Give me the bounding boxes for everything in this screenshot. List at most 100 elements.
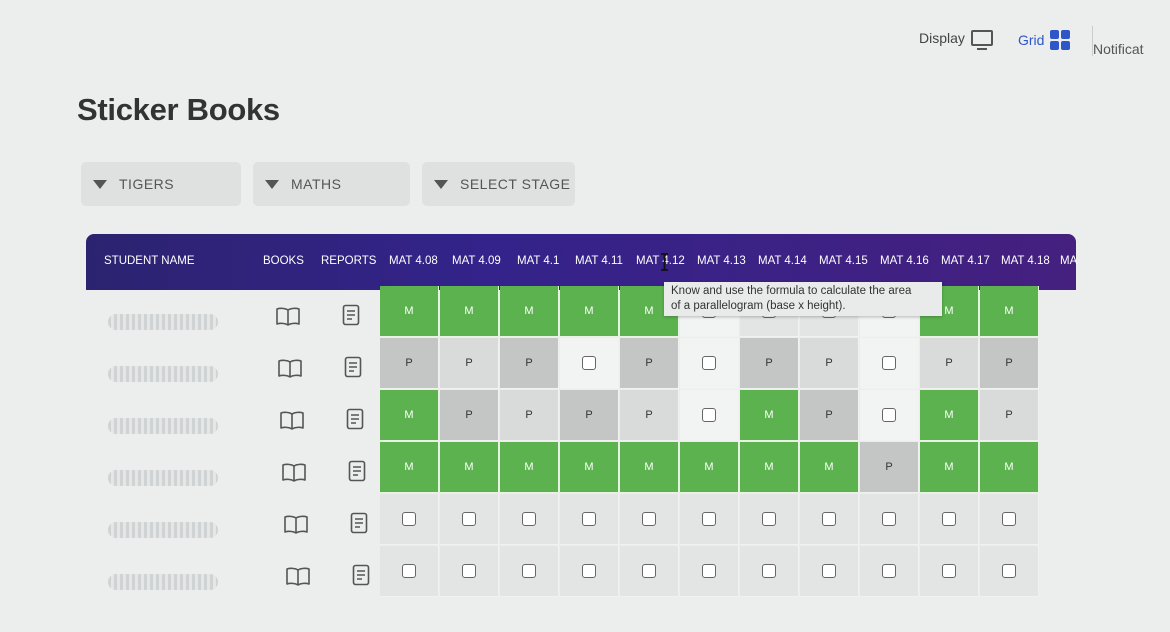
checkbox-icon[interactable] bbox=[702, 512, 716, 526]
grid-cell[interactable] bbox=[560, 338, 619, 389]
grid-cell[interactable] bbox=[560, 494, 619, 545]
header-objective[interactable]: MAT 4.11 bbox=[575, 255, 623, 267]
checkbox-icon[interactable] bbox=[642, 564, 656, 578]
book-icon[interactable] bbox=[283, 514, 309, 534]
checkbox-icon[interactable] bbox=[642, 512, 656, 526]
grid-cell[interactable]: P bbox=[980, 338, 1039, 389]
grid-cell[interactable]: M bbox=[440, 442, 499, 493]
grid-cell[interactable]: P bbox=[800, 390, 859, 441]
grid-cell[interactable]: M bbox=[740, 442, 799, 493]
checkbox-icon[interactable] bbox=[762, 512, 776, 526]
grid-cell[interactable] bbox=[740, 546, 799, 597]
grid-view-toggle[interactable]: Grid bbox=[1018, 30, 1071, 50]
grid-cell[interactable]: P bbox=[620, 390, 679, 441]
grid-cell[interactable] bbox=[440, 494, 499, 545]
checkbox-icon[interactable] bbox=[882, 356, 896, 370]
grid-cell[interactable]: P bbox=[740, 338, 799, 389]
grid-cell[interactable]: P bbox=[920, 338, 979, 389]
checkbox-icon[interactable] bbox=[582, 512, 596, 526]
grid-cell[interactable]: P bbox=[800, 338, 859, 389]
grid-cell[interactable] bbox=[680, 546, 739, 597]
grid-cell[interactable] bbox=[920, 494, 979, 545]
grid-cell[interactable]: M bbox=[680, 442, 739, 493]
header-objective[interactable]: MAT 4.14 bbox=[758, 255, 807, 267]
grid-cell[interactable]: M bbox=[560, 442, 619, 493]
grid-cell[interactable] bbox=[980, 546, 1039, 597]
grid-cell[interactable] bbox=[620, 494, 679, 545]
header-objective[interactable]: MAT 4.09 bbox=[452, 255, 501, 267]
grid-cell[interactable]: P bbox=[380, 338, 439, 389]
grid-cell[interactable]: M bbox=[440, 286, 499, 337]
header-objective[interactable]: MA bbox=[1060, 255, 1077, 267]
grid-cell[interactable] bbox=[440, 546, 499, 597]
checkbox-icon[interactable] bbox=[882, 408, 896, 422]
student-name-blurred[interactable] bbox=[108, 522, 218, 538]
grid-cell[interactable] bbox=[860, 546, 919, 597]
grid-cell[interactable]: P bbox=[440, 338, 499, 389]
checkbox-icon[interactable] bbox=[942, 564, 956, 578]
grid-cell[interactable] bbox=[620, 546, 679, 597]
grid-cell[interactable]: P bbox=[500, 338, 559, 389]
checkbox-icon[interactable] bbox=[582, 564, 596, 578]
report-icon[interactable] bbox=[346, 408, 364, 430]
student-name-blurred[interactable] bbox=[108, 470, 218, 486]
checkbox-icon[interactable] bbox=[1002, 564, 1016, 578]
checkbox-icon[interactable] bbox=[702, 408, 716, 422]
checkbox-icon[interactable] bbox=[522, 564, 536, 578]
grid-cell[interactable]: M bbox=[380, 390, 439, 441]
grid-cell[interactable]: M bbox=[380, 286, 439, 337]
book-icon[interactable] bbox=[275, 306, 301, 326]
checkbox-icon[interactable] bbox=[942, 512, 956, 526]
checkbox-icon[interactable] bbox=[702, 564, 716, 578]
header-objective[interactable]: MAT 4.16 bbox=[880, 255, 929, 267]
checkbox-icon[interactable] bbox=[462, 564, 476, 578]
header-objective[interactable]: MAT 4.1 bbox=[517, 255, 559, 267]
report-icon[interactable] bbox=[352, 564, 370, 586]
header-objective[interactable]: MAT 4.18 bbox=[1001, 255, 1050, 267]
grid-cell[interactable]: M bbox=[500, 286, 559, 337]
grid-cell[interactable] bbox=[920, 546, 979, 597]
grid-cell[interactable]: M bbox=[920, 390, 979, 441]
header-objective[interactable]: MAT 4.17 bbox=[941, 255, 990, 267]
grid-cell[interactable] bbox=[500, 546, 559, 597]
checkbox-icon[interactable] bbox=[882, 512, 896, 526]
student-name-blurred[interactable] bbox=[108, 418, 218, 434]
header-student-name[interactable]: STUDENT NAME bbox=[104, 255, 195, 267]
grid-cell[interactable] bbox=[740, 494, 799, 545]
checkbox-icon[interactable] bbox=[522, 512, 536, 526]
book-icon[interactable] bbox=[281, 462, 307, 482]
grid-cell[interactable]: P bbox=[500, 390, 559, 441]
grid-cell[interactable]: P bbox=[980, 390, 1039, 441]
grid-cell[interactable]: M bbox=[620, 442, 679, 493]
header-objective[interactable]: MAT 4.08 bbox=[389, 255, 438, 267]
checkbox-icon[interactable] bbox=[462, 512, 476, 526]
grid-cell[interactable]: M bbox=[980, 286, 1039, 337]
grid-cell[interactable] bbox=[980, 494, 1039, 545]
report-icon[interactable] bbox=[342, 304, 360, 326]
checkbox-icon[interactable] bbox=[702, 356, 716, 370]
grid-cell[interactable] bbox=[860, 338, 919, 389]
checkbox-icon[interactable] bbox=[402, 564, 416, 578]
student-name-blurred[interactable] bbox=[108, 574, 218, 590]
header-objective[interactable]: MAT 4.15 bbox=[819, 255, 868, 267]
grid-cell[interactable] bbox=[680, 390, 739, 441]
display-view-toggle[interactable]: Display bbox=[919, 30, 993, 50]
grid-cell[interactable] bbox=[680, 338, 739, 389]
report-icon[interactable] bbox=[344, 356, 362, 378]
grid-cell[interactable] bbox=[380, 494, 439, 545]
grid-cell[interactable]: M bbox=[560, 286, 619, 337]
grid-cell[interactable]: M bbox=[380, 442, 439, 493]
checkbox-icon[interactable] bbox=[882, 564, 896, 578]
class-filter-dropdown[interactable]: TIGERS bbox=[81, 162, 241, 206]
grid-cell[interactable] bbox=[800, 546, 859, 597]
checkbox-icon[interactable] bbox=[822, 512, 836, 526]
grid-cell[interactable]: P bbox=[560, 390, 619, 441]
grid-cell[interactable] bbox=[800, 494, 859, 545]
grid-cell[interactable]: P bbox=[860, 442, 919, 493]
grid-cell[interactable]: P bbox=[440, 390, 499, 441]
subject-filter-dropdown[interactable]: MATHS bbox=[253, 162, 410, 206]
grid-cell[interactable]: M bbox=[800, 442, 859, 493]
grid-cell[interactable] bbox=[860, 494, 919, 545]
student-name-blurred[interactable] bbox=[108, 314, 218, 330]
book-icon[interactable] bbox=[279, 410, 305, 430]
